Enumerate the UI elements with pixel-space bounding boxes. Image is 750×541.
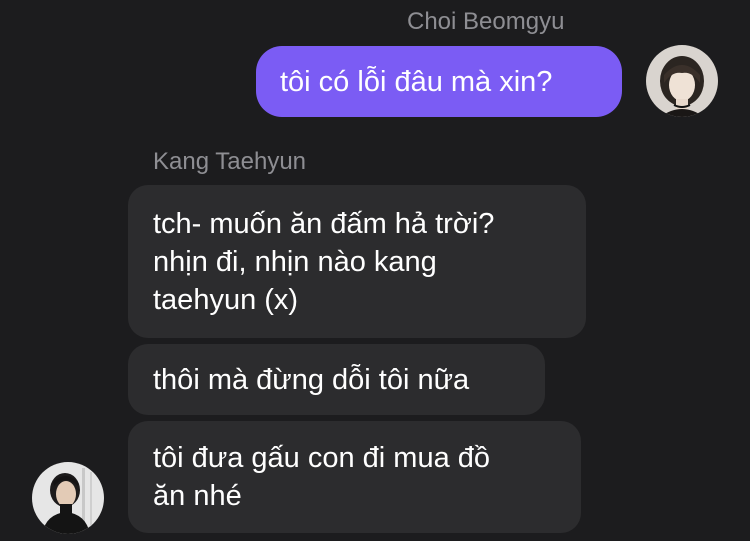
- message-bubble-incoming[interactable]: tch- muốn ăn đấm hả trời? nhịn đi, nhịn …: [128, 185, 586, 338]
- message-text: tôi đưa gấu con đi mua đồ ăn nhé: [153, 442, 491, 512]
- sender-name-outgoing: Choi Beomgyu: [407, 8, 565, 35]
- avatar-kang-taehyun[interactable]: [32, 462, 104, 534]
- message-text: tôi có lỗi đâu mà xin?: [280, 65, 553, 98]
- avatar-photo-icon: [32, 462, 104, 534]
- sender-name-incoming: Kang Taehyun: [153, 148, 307, 175]
- avatar-choi-beomgyu[interactable]: [646, 45, 718, 117]
- message-text: tch- muốn ăn đấm hả trời? nhịn đi, nhịn …: [153, 207, 495, 316]
- message-bubble-incoming[interactable]: thôi mà đừng dỗi tôi nữa: [128, 344, 545, 415]
- avatar-photo-icon: [646, 45, 718, 117]
- message-text: thôi mà đừng dỗi tôi nữa: [153, 363, 470, 396]
- message-bubble-incoming[interactable]: tôi đưa gấu con đi mua đồ ăn nhé: [128, 421, 581, 533]
- message-bubble-outgoing[interactable]: tôi có lỗi đâu mà xin?: [256, 46, 622, 117]
